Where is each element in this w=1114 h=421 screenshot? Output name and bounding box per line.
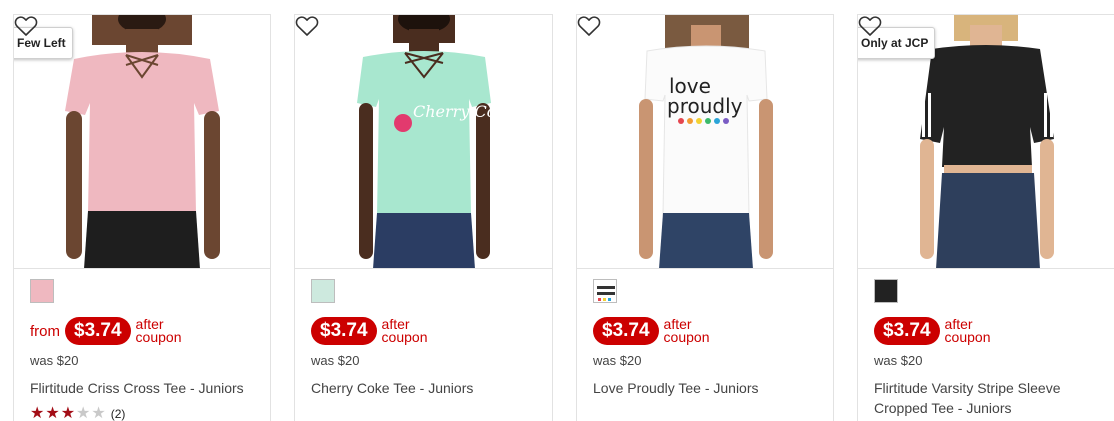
product-card[interactable]: Only at JCP $3.74 after coupon was $20 F…: [857, 14, 1114, 421]
product-image[interactable]: Only at JCP: [858, 15, 1114, 269]
original-price: was $20: [593, 353, 642, 368]
heart-outline-icon[interactable]: [295, 15, 319, 37]
model-photo: Cherry Coke: [357, 15, 515, 268]
model-photo: love proudly: [639, 15, 773, 268]
coupon-note-line2: coupon: [381, 329, 428, 345]
heart-outline-icon[interactable]: [14, 15, 38, 37]
coupon-note-line2: coupon: [944, 329, 991, 345]
original-price: was $20: [30, 353, 79, 368]
from-label: from: [30, 322, 60, 340]
price-row: $3.74 after coupon: [311, 316, 427, 346]
star-empty-icon: ★: [91, 405, 106, 421]
product-card[interactable]: Few Left from $3.74 after coupon was $20…: [13, 14, 271, 421]
product-card[interactable]: love proudly $3.74 after coupon was $20: [576, 14, 834, 421]
sale-price: $3.74: [593, 317, 659, 345]
graphic-text: Cherry Coke: [413, 102, 515, 121]
product-title[interactable]: Flirtitude Varsity Stripe Sleeve Cropped…: [874, 378, 1094, 418]
coupon-note: after coupon: [663, 317, 710, 345]
product-image[interactable]: Cherry Coke: [295, 15, 552, 269]
sale-price: $3.74: [874, 317, 940, 345]
product-title[interactable]: Flirtitude Criss Cross Tee - Juniors: [30, 378, 260, 398]
graphic-line2: proudly: [667, 94, 743, 118]
product-image[interactable]: love proudly: [577, 15, 833, 269]
original-price: was $20: [311, 353, 360, 368]
price-row: from $3.74 after coupon: [30, 316, 181, 346]
sale-price: $3.74: [65, 317, 131, 345]
star-filled-icon: ★: [60, 405, 76, 421]
review-count: (2): [110, 407, 126, 421]
coupon-note: after coupon: [135, 317, 182, 345]
price-row: $3.74 after coupon: [874, 316, 990, 346]
color-swatch[interactable]: [593, 279, 617, 303]
star-filled-icon: ★: [45, 405, 60, 421]
heart-outline-icon[interactable]: [858, 15, 882, 37]
color-swatch[interactable]: [30, 279, 54, 303]
product-card[interactable]: Cherry Coke $3.74 after coupon was $20 C…: [294, 14, 553, 421]
product-title[interactable]: Love Proudly Tee - Juniors: [593, 378, 823, 398]
sale-price: $3.74: [311, 317, 377, 345]
rating[interactable]: ★ ★ ★ ★ ★ (2): [30, 406, 125, 421]
heart-outline-icon[interactable]: [577, 15, 601, 37]
original-price: was $20: [874, 353, 923, 368]
star-empty-icon: ★: [76, 405, 91, 421]
coupon-note: after coupon: [944, 317, 991, 345]
product-image[interactable]: Few Left: [14, 15, 270, 269]
coupon-note: after coupon: [381, 317, 428, 345]
swatch-graphic: [597, 286, 615, 301]
coupon-note-line2: coupon: [135, 329, 182, 345]
color-swatch[interactable]: [874, 279, 898, 303]
product-title[interactable]: Cherry Coke Tee - Juniors: [311, 378, 542, 398]
price-row: $3.74 after coupon: [593, 316, 709, 346]
star-filled-icon: ★: [30, 405, 45, 421]
coupon-note-line2: coupon: [663, 329, 710, 345]
color-swatch[interactable]: [311, 279, 335, 303]
